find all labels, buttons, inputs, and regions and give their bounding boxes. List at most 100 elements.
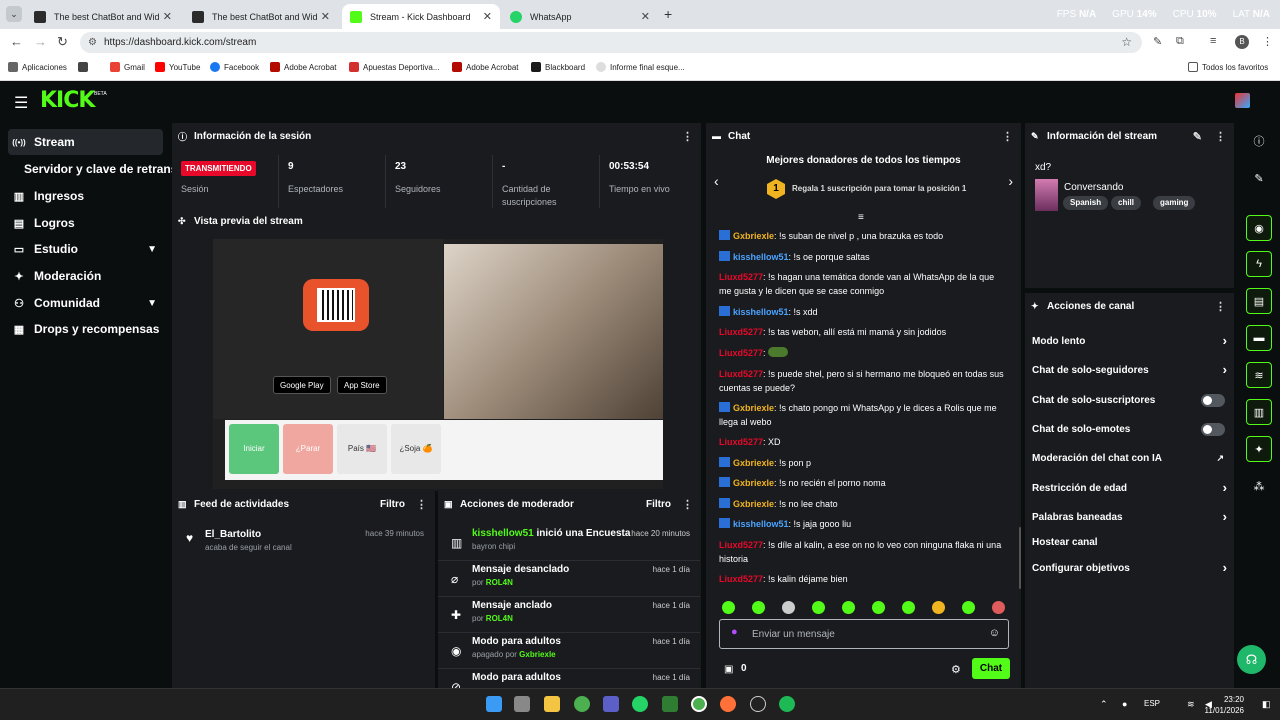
extensions-icon[interactable]: ⧉ (1176, 35, 1184, 48)
pinned-filter-icon[interactable]: ≡ (858, 212, 864, 223)
shapes-icon[interactable]: ⁂ (1246, 473, 1272, 499)
kebab-menu-icon[interactable]: ⋮ (416, 498, 427, 511)
chat-username[interactable]: Liuxd5277 (719, 272, 763, 282)
bookmark-youtube[interactable]: YouTube (155, 62, 200, 72)
filter-button[interactable]: Filtro (380, 499, 405, 510)
chevron-right-icon[interactable]: › (1008, 173, 1013, 189)
system-clock[interactable]: 23:20 11/01/2026 (1205, 694, 1244, 716)
subscribers-only-toggle[interactable] (1201, 394, 1225, 407)
reading-list-icon[interactable]: ≡ (1210, 35, 1216, 47)
chat-username[interactable]: Gxbriexle (733, 458, 774, 468)
broadcast-icon[interactable]: ≋ (1246, 362, 1272, 388)
emote-icon[interactable] (872, 601, 885, 614)
language-indicator[interactable]: ESP (1144, 699, 1160, 708)
bookmark-acrobat-2[interactable]: Adobe Acrobat (452, 62, 518, 72)
info-icon[interactable]: ⓘ (1246, 128, 1272, 154)
mod-user[interactable]: ROL4N (486, 578, 513, 587)
bookmark-facebook[interactable]: Facebook (210, 62, 259, 72)
site-info-icon[interactable]: ⚙ (88, 32, 97, 53)
emote-icon[interactable] (812, 601, 825, 614)
close-icon[interactable]: ✕ (163, 10, 172, 23)
reload-icon[interactable]: ↻ (57, 34, 68, 50)
sidebar-item-server-key[interactable]: Servidor y clave de retransmisión (20, 156, 172, 182)
action-age-restriction[interactable]: Restricción de edad › (1032, 480, 1227, 495)
bookmark-acrobat[interactable]: Adobe Acrobat (270, 62, 336, 72)
kebab-menu-icon[interactable]: ⋮ (1215, 300, 1226, 313)
bookmark-blackboard[interactable]: Blackboard (531, 62, 585, 72)
mod-user[interactable]: kisshellow51 (472, 528, 534, 539)
stream-video[interactable]: Google Play App Store Iniciar ¿Parar Paí… (213, 239, 663, 489)
chat-icon[interactable]: ▬ (1246, 325, 1272, 351)
menu-icon[interactable]: ☰ (14, 93, 28, 113)
kick-logo[interactable]: KICK (40, 88, 95, 113)
chat-message-input[interactable] (752, 626, 972, 642)
action-slow-mode[interactable]: Modo lento › (1032, 333, 1227, 348)
whatsapp-icon[interactable] (632, 696, 648, 712)
clipboard-icon[interactable]: ▤ (1246, 288, 1272, 314)
close-icon[interactable]: ✕ (641, 10, 650, 23)
layers-icon[interactable]: ▥ (1246, 399, 1272, 425)
browser-tab[interactable]: WhatsApp ✕ (502, 4, 658, 29)
chat-scrollbar[interactable] (1019, 527, 1021, 589)
points-icon[interactable]: ▣ (724, 664, 733, 675)
chat-username[interactable]: Liuxd5277 (719, 369, 763, 379)
spotify-icon[interactable] (779, 696, 795, 712)
firefox-icon[interactable] (720, 696, 736, 712)
chat-username[interactable]: Liuxd5277 (719, 437, 763, 447)
mod-user[interactable]: ROL4N (486, 614, 513, 623)
obs-icon[interactable] (750, 696, 766, 712)
user-avatar[interactable] (1235, 93, 1250, 108)
action-host-channel[interactable]: Hostear canal (1032, 537, 1227, 548)
emotes-only-toggle[interactable] (1201, 423, 1225, 436)
emote-icon[interactable] (902, 601, 915, 614)
sidebar-item-drops[interactable]: ▦ Drops y recompensas (8, 316, 163, 342)
app-icon[interactable] (662, 696, 678, 712)
forward-icon[interactable]: → (34, 34, 47, 49)
sidebar-item-stream[interactable]: ((•)) Stream (8, 129, 163, 155)
sidebar-item-achievements[interactable]: ▤ Logros (8, 210, 163, 236)
windows-start-icon[interactable] (486, 696, 502, 712)
capture-icon[interactable]: ◉ (1246, 215, 1272, 241)
action-followers-only[interactable]: Chat de solo-seguidores › (1032, 362, 1227, 377)
kebab-menu-icon[interactable]: ⋮ (1215, 130, 1226, 143)
profile-avatar[interactable]: B (1235, 35, 1249, 49)
sidebar-item-income[interactable]: ▥ Ingresos (8, 183, 163, 209)
chevron-left-icon[interactable]: ‹ (714, 173, 719, 189)
filter-button[interactable]: Filtro (646, 499, 671, 510)
chat-send-button[interactable]: Chat (972, 658, 1010, 679)
file-explorer-icon[interactable] (544, 696, 560, 712)
teams-icon[interactable] (603, 696, 619, 712)
bookmark-apps[interactable]: Aplicaciones (8, 62, 67, 72)
feed-user[interactable]: El_Bartolito (205, 529, 261, 540)
emote-icon[interactable] (782, 601, 795, 614)
lightning-icon[interactable]: ϟ (1246, 251, 1272, 277)
action-banned-words[interactable]: Palabras baneadas › (1032, 509, 1227, 524)
store-icon[interactable] (514, 696, 530, 712)
edit-icon[interactable]: ✎ (1246, 165, 1272, 191)
chat-username[interactable]: Liuxd5277 (719, 540, 763, 550)
pen-icon[interactable]: ✎ (1153, 35, 1162, 48)
emote-icon[interactable] (932, 601, 945, 614)
kebab-menu-icon[interactable]: ⋮ (682, 130, 693, 143)
chat-username[interactable]: Gxbriexle (733, 478, 774, 488)
chat-username[interactable]: Gxbriexle (733, 403, 774, 413)
mod-user[interactable]: Gxbriexle (519, 650, 555, 659)
emoji-picker-icon[interactable]: ☺ (989, 627, 1000, 639)
browser-tab[interactable]: The best ChatBot and Widgets ✕ (184, 4, 338, 29)
gear-icon[interactable]: ⚙ (951, 663, 961, 676)
chat-username[interactable]: Liuxd5277 (719, 327, 763, 337)
emote-icon[interactable] (752, 601, 765, 614)
chat-input-box[interactable]: ● ☺ (719, 619, 1009, 649)
bookmark-informe[interactable]: Informe final esque... (596, 62, 685, 72)
bookmark-apuestas[interactable]: Apuestas Deportiva... (349, 62, 439, 72)
emote-icon[interactable] (722, 601, 735, 614)
help-chat-button[interactable]: ☊ (1237, 645, 1266, 674)
tab-search-button[interactable]: ⌄ (6, 6, 22, 22)
notification-icon[interactable]: ◧ (1262, 699, 1271, 710)
action-set-goals[interactable]: Configurar objetivos › (1032, 560, 1227, 575)
kebab-menu-icon[interactable]: ⋮ (1002, 130, 1013, 143)
sidebar-item-community[interactable]: ⚇ Comunidad ▼ (8, 290, 163, 316)
sidebar-item-moderation[interactable]: ✦ Moderación (8, 263, 163, 289)
emote-icon[interactable] (842, 601, 855, 614)
chat-username[interactable]: kisshellow51 (733, 252, 789, 262)
